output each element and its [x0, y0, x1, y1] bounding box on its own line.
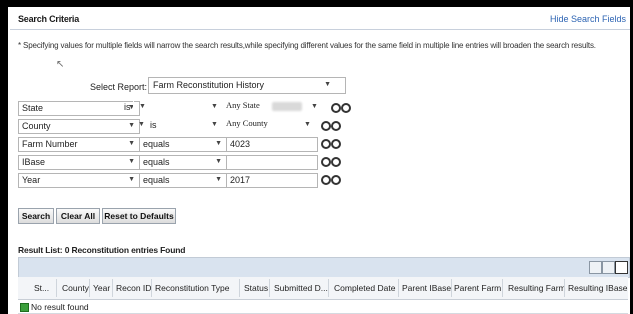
chevron-down-icon: ▼ — [128, 122, 135, 129]
column-header[interactable]: Resulting Farm — [508, 283, 566, 293]
chevron-down-icon: ▼ — [139, 103, 146, 110]
column-header[interactable]: Parent IBase — [402, 283, 451, 293]
criteria-row-ibase: IBase ▼ equals ▼ — [18, 155, 348, 170]
chevron-down-icon: ▼ — [324, 81, 331, 88]
add-row-icon[interactable] — [321, 157, 331, 167]
search-note: * Specifying values for multiple fields … — [18, 41, 596, 50]
field-select[interactable]: Farm Number ▼ — [18, 137, 140, 152]
chevron-down-icon: ▼ — [215, 140, 222, 147]
select-report-dropdown[interactable]: Farm Reconstitution History ▼ — [148, 77, 346, 94]
chevron-down-icon: ▼ — [311, 103, 318, 110]
result-grid-header: St... County Year Recon ID Reconstitutio… — [18, 277, 628, 300]
add-row-icon[interactable] — [331, 103, 341, 113]
operator-select[interactable]: equals ▼ — [139, 173, 227, 188]
select-report-label: Select Report: — [90, 82, 148, 92]
column-header[interactable]: Status — [244, 283, 268, 293]
remove-row-icon[interactable] — [331, 157, 341, 167]
chevron-down-icon: ▼ — [215, 176, 222, 183]
value-input-year[interactable]: 2017 — [226, 173, 318, 188]
column-header[interactable]: Year — [93, 283, 110, 293]
value-select-county[interactable]: Any County ▼ — [222, 118, 322, 132]
column-header[interactable]: Completed Date — [334, 283, 395, 293]
field-select[interactable]: IBase ▼ — [18, 155, 140, 170]
chevron-down-icon: ▼ — [128, 140, 135, 147]
chevron-down-icon: ▼ — [128, 158, 135, 165]
window-frame-top — [0, 0, 633, 7]
criteria-row-year: Year ▼ equals ▼ 2017 — [18, 173, 348, 188]
column-header[interactable]: St... — [34, 283, 49, 293]
chevron-down-icon: ▼ — [138, 121, 145, 128]
criteria-row-county: County ▼ is ▼ ▼ Any County ▼ — [18, 118, 348, 134]
remove-row-icon[interactable] — [331, 139, 341, 149]
select-report-value: Farm Reconstitution History — [153, 80, 265, 90]
window-frame-left — [0, 0, 8, 314]
mouse-cursor-icon: ↖ — [56, 59, 65, 70]
remove-row-icon[interactable] — [331, 121, 341, 131]
column-header[interactable]: County — [62, 283, 89, 293]
criteria-row-state: State ▼ is ▼ ▼ Any State ▼ — [18, 100, 351, 116]
redacted-value — [272, 102, 302, 111]
chevron-down-icon: ▼ — [128, 176, 135, 183]
chevron-down-icon: ▼ — [304, 121, 311, 128]
column-header[interactable]: Resulting IBase — [568, 283, 628, 293]
search-button[interactable]: Search — [18, 208, 54, 224]
print-icon[interactable] — [602, 261, 615, 274]
reset-to-defaults-button[interactable]: Reset to Defaults — [102, 208, 176, 224]
no-result-text: No result found — [31, 302, 89, 312]
add-row-icon[interactable] — [321, 175, 331, 185]
value-input-ibase[interactable] — [226, 155, 318, 170]
export-icon[interactable] — [589, 261, 602, 274]
chevron-down-icon: ▼ — [215, 158, 222, 165]
value-select-state[interactable]: Any State ▼ — [222, 100, 330, 114]
criteria-row-farm-number: Farm Number ▼ equals ▼ 4023 — [18, 137, 348, 152]
column-header[interactable]: Recon ID — [116, 283, 151, 293]
add-row-icon[interactable] — [321, 139, 331, 149]
info-icon — [20, 303, 29, 312]
search-criteria-header: Search Criteria Hide Search Fields — [10, 9, 630, 30]
search-panel: Search Criteria Hide Search Fields * Spe… — [10, 9, 630, 314]
column-header[interactable]: Submitted D... — [274, 283, 328, 293]
value-input-farm-number[interactable]: 4023 — [226, 137, 318, 152]
remove-row-icon[interactable] — [341, 103, 351, 113]
operator-select[interactable]: equals ▼ — [139, 155, 227, 170]
result-list-label: Result List: 0 Reconstitution entries Fo… — [18, 245, 186, 255]
chevron-down-icon: ▼ — [211, 103, 218, 110]
search-criteria-title: Search Criteria — [18, 14, 80, 24]
column-header[interactable]: Reconstitution Type — [155, 283, 230, 293]
result-toolbar — [18, 257, 630, 278]
column-header[interactable]: Parent Farm — [454, 283, 501, 293]
hide-search-fields-link[interactable]: Hide Search Fields — [550, 14, 626, 24]
field-select[interactable]: Year ▼ — [18, 173, 140, 188]
clear-all-button[interactable]: Clear All — [56, 208, 100, 224]
chevron-down-icon: ▼ — [211, 121, 218, 128]
remove-row-icon[interactable] — [331, 175, 341, 185]
field-select[interactable]: County ▼ — [18, 119, 140, 134]
settings-icon[interactable] — [615, 261, 628, 274]
operator-select[interactable]: equals ▼ — [139, 137, 227, 152]
add-row-icon[interactable] — [321, 121, 331, 131]
